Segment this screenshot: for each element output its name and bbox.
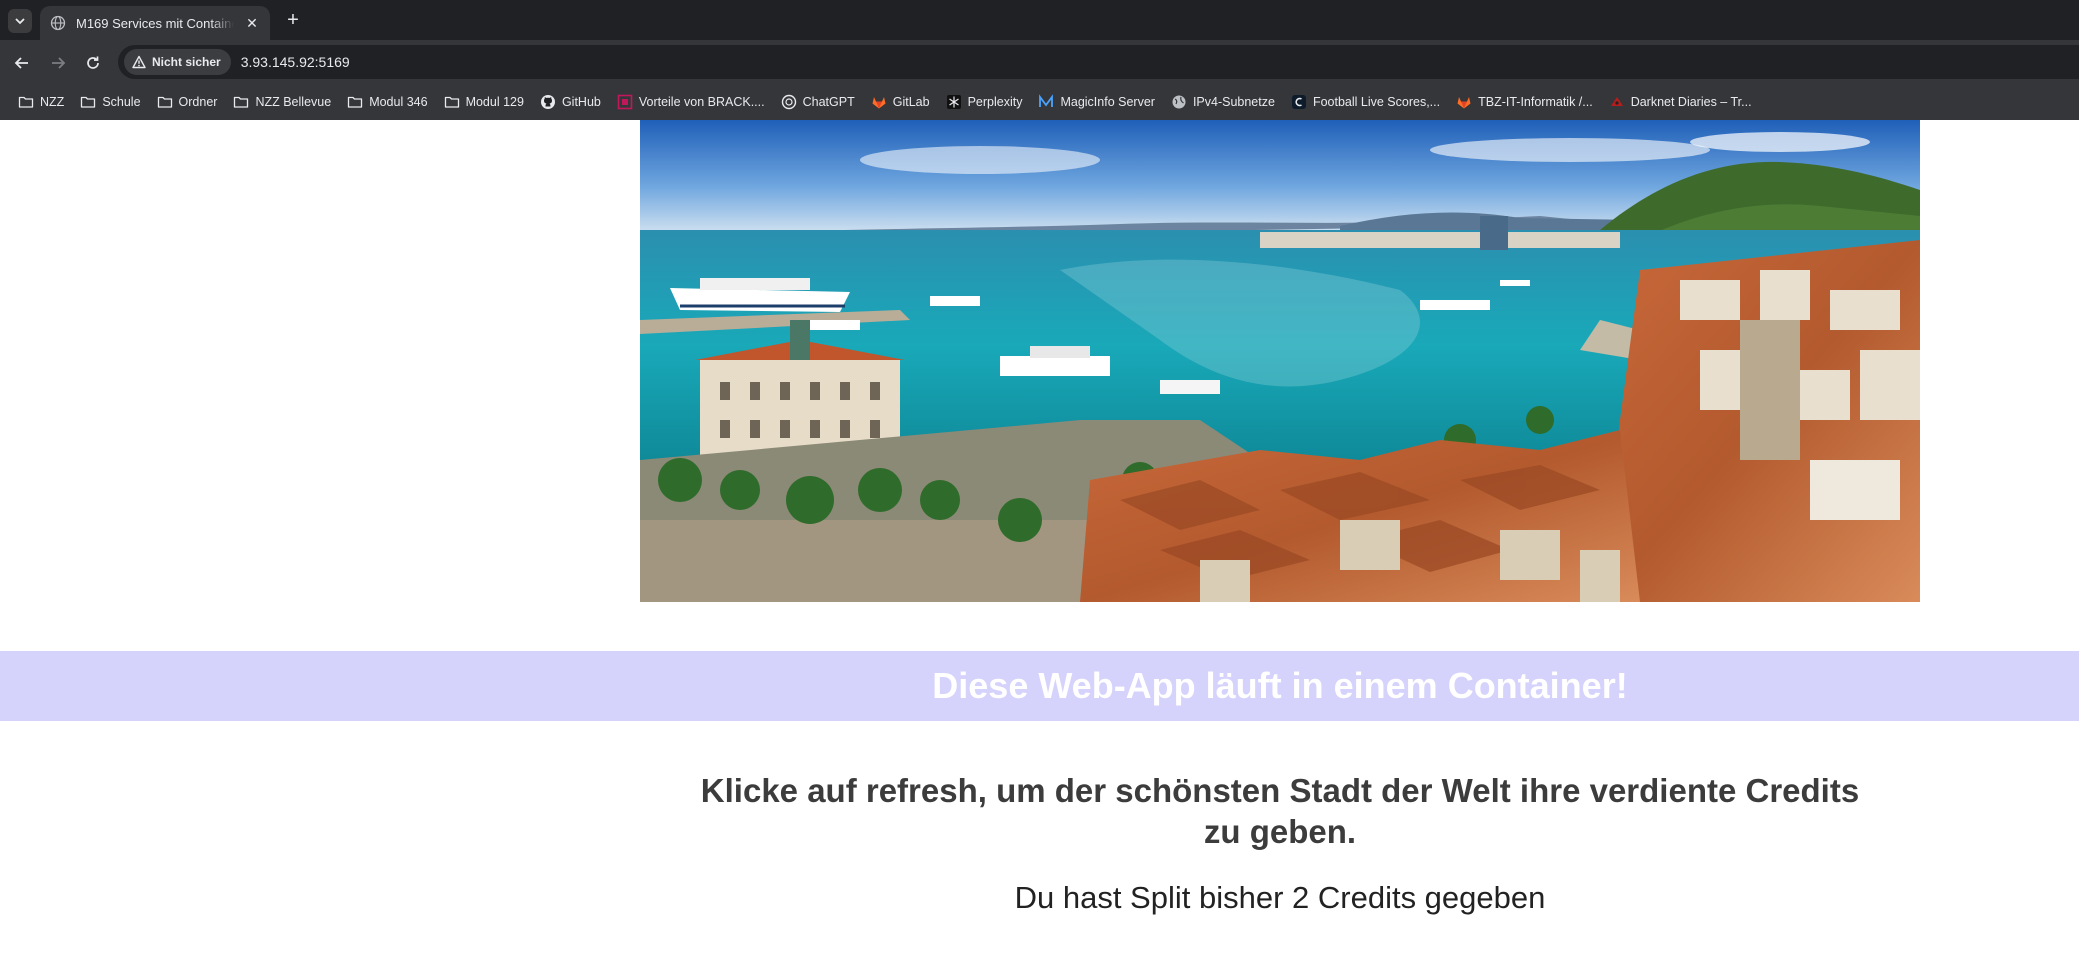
- chevron-down-icon: [15, 18, 25, 25]
- bookmark-item[interactable]: ChatGPT: [773, 88, 863, 116]
- folder-icon: [444, 94, 460, 110]
- darknet-icon: [1609, 94, 1625, 110]
- bookmark-label: Perplexity: [967, 95, 1023, 109]
- page-viewport: Diese Web-App läuft in einem Container! …: [0, 120, 2079, 979]
- banner-text: Diese Web-App läuft in einem Container!: [932, 665, 1628, 706]
- folder-icon: [233, 94, 249, 110]
- bookmark-item[interactable]: Football Live Scores,...: [1283, 88, 1448, 116]
- gitlab-icon: [1456, 94, 1472, 110]
- github-icon: [540, 94, 556, 110]
- bookmarks-bar: NZZ Schule Ordner NZZ Bellevue Modul 346 Modu…: [0, 84, 2079, 120]
- url-text[interactable]: 3.93.145.92:5169: [241, 54, 350, 70]
- back-button[interactable]: [11, 52, 33, 74]
- warning-icon: [132, 55, 146, 69]
- bookmark-label: Darknet Diaries – Tr...: [1630, 95, 1752, 109]
- container-banner: Diese Web-App läuft in einem Container!: [0, 651, 2079, 721]
- bookmark-label: Football Live Scores,...: [1312, 95, 1441, 109]
- bookmark-item[interactable]: Schule: [72, 88, 148, 116]
- bookmark-label: Modul 346: [369, 95, 428, 109]
- magicinfo-icon: [1038, 94, 1054, 110]
- bookmark-label: NZZ Bellevue: [255, 95, 332, 109]
- bookmark-label: IPv4-Subnetze: [1192, 95, 1275, 109]
- folder-icon: [347, 94, 363, 110]
- tab-title: M169 Services mit Containern: [76, 15, 234, 31]
- perplexity-icon: [946, 94, 962, 110]
- hero-image: [640, 120, 1920, 602]
- football-icon: [1291, 94, 1307, 110]
- bookmark-label: Schule: [102, 95, 141, 109]
- bookmark-label: MagicInfo Server: [1060, 95, 1155, 109]
- bookmark-item[interactable]: Perplexity: [938, 88, 1031, 116]
- bookmark-label: ChatGPT: [802, 95, 855, 109]
- tab-active[interactable]: M169 Services mit Containern ✕: [40, 6, 270, 40]
- bookmark-item[interactable]: NZZ Bellevue: [225, 88, 339, 116]
- brack-icon: [617, 94, 633, 110]
- new-tab-button[interactable]: +: [282, 10, 304, 32]
- close-icon[interactable]: ✕: [244, 15, 260, 31]
- tab-search-button[interactable]: [8, 9, 32, 33]
- arrow-right-icon: [52, 57, 66, 69]
- folder-icon: [157, 94, 173, 110]
- globe-icon: [1171, 94, 1187, 110]
- bookmark-label: NZZ: [40, 95, 65, 109]
- bookmark-label: Vorteile von BRACK....: [638, 95, 765, 109]
- security-label: Nicht sicher: [152, 55, 221, 69]
- bookmark-label: GitLab: [892, 95, 930, 109]
- folder-icon: [80, 94, 96, 110]
- browser-toolbar: Nicht sicher 3.93.145.92:5169: [0, 40, 2079, 84]
- bookmark-item[interactable]: Modul 129: [436, 88, 532, 116]
- bookmark-item[interactable]: Modul 346: [339, 88, 435, 116]
- bookmark-label: Ordner: [178, 95, 218, 109]
- bookmark-item[interactable]: IPv4-Subnetze: [1163, 88, 1283, 116]
- bookmark-label: Modul 129: [465, 95, 524, 109]
- forward-button[interactable]: [47, 52, 69, 74]
- bookmark-item[interactable]: TBZ-IT-Informatik /...: [1448, 88, 1601, 116]
- bookmark-item[interactable]: Darknet Diaries – Tr...: [1601, 88, 1760, 116]
- bookmark-label: TBZ-IT-Informatik /...: [1478, 95, 1593, 109]
- split-harbor-panorama: [640, 120, 1920, 602]
- tab-strip: M169 Services mit Containern ✕ +: [0, 0, 2079, 40]
- credits-counter: Du hast Split bisher 2 Credits gegeben: [1014, 880, 1546, 915]
- arrow-left-icon: [14, 57, 28, 69]
- bookmark-item[interactable]: NZZ: [10, 88, 72, 116]
- gitlab-icon: [871, 94, 887, 110]
- refresh-headline: Klicke auf refresh, um der schönsten Sta…: [700, 772, 1860, 850]
- globe-icon: [50, 15, 66, 31]
- bookmark-item[interactable]: Vorteile von BRACK....: [609, 88, 773, 116]
- bookmark-item[interactable]: MagicInfo Server: [1030, 88, 1162, 116]
- reload-button[interactable]: [82, 52, 104, 74]
- bookmark-item[interactable]: GitLab: [863, 88, 938, 116]
- bookmark-item[interactable]: Ordner: [149, 88, 226, 116]
- bookmark-item[interactable]: GitHub: [532, 88, 609, 116]
- bookmark-label: GitHub: [561, 95, 601, 109]
- chatgpt-icon: [781, 94, 797, 110]
- reload-icon: [87, 56, 99, 69]
- folder-icon: [18, 94, 34, 110]
- security-chip[interactable]: Nicht sicher: [124, 49, 231, 75]
- address-bar[interactable]: Nicht sicher 3.93.145.92:5169: [118, 45, 2079, 79]
